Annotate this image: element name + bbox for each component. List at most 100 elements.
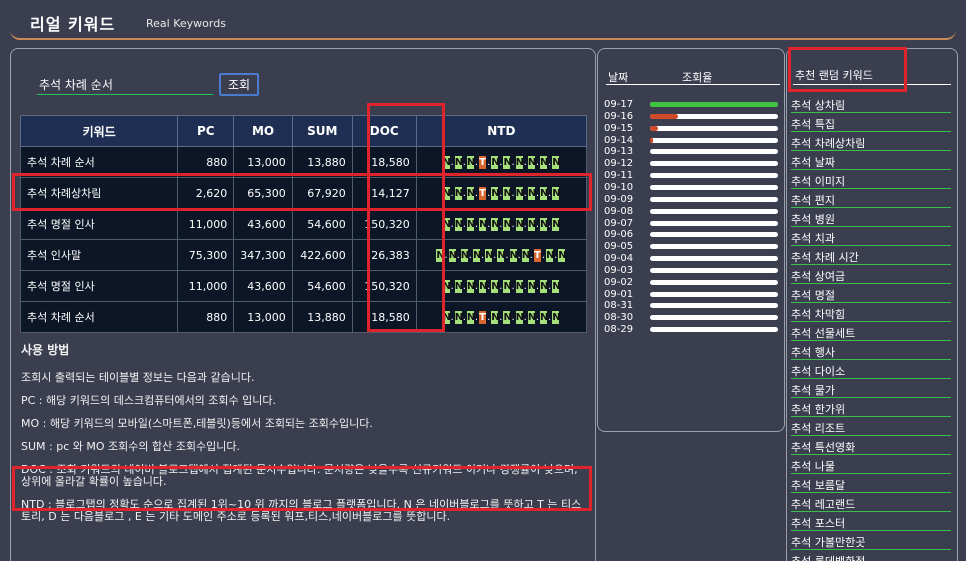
date-row: 09-05 (604, 241, 784, 253)
ntd-letter: N (552, 218, 561, 231)
ntd-separator: . (487, 157, 491, 168)
recommend-item[interactable]: 추석 상차림 (791, 95, 951, 113)
cell-sum: 13,880 (291, 301, 353, 333)
ntd-separator: . (487, 312, 491, 323)
cell-mo: 347,300 (233, 239, 293, 271)
ntd-separator: . (511, 188, 515, 199)
recommend-item[interactable]: 추석 보름달 (791, 475, 951, 493)
recommend-item[interactable]: 추석 리조트 (791, 418, 951, 436)
ntd-separator: . (480, 250, 485, 261)
ntd-separator: . (450, 281, 454, 292)
date-row: 09-12 (604, 158, 784, 170)
main-panel: 조회 키워드 PC MO SUM DOC NTD 추석 차례 순서88013,0… (10, 48, 596, 561)
ntd-letter: T (479, 187, 487, 200)
ntd-letter: N (540, 280, 549, 293)
recommend-item[interactable]: 추석 병원 (791, 209, 951, 227)
recommend-item[interactable]: 추석 한가위 (791, 399, 951, 417)
ntd-letter: N (515, 156, 525, 169)
ntd-separator: . (548, 312, 552, 323)
date-row: 09-04 (604, 253, 784, 265)
recommend-item[interactable]: 추석 특집 (791, 114, 951, 132)
date-row: 09-01 (604, 289, 784, 301)
header-sum: SUM (291, 115, 353, 147)
cell-keyword: 추석 명절 인사 (19, 270, 179, 302)
rate-bar (650, 125, 778, 131)
recommend-item[interactable]: 추석 차례 시간 (791, 247, 951, 265)
date-row: 09-10 (604, 182, 784, 194)
recommend-item[interactable]: 추석 포스터 (791, 513, 951, 531)
recommend-item[interactable]: 추석 물가 (791, 380, 951, 398)
table-row[interactable]: 추석 인사말 75,300 347,300 422,600 26,383 N.N.N.N.… (19, 239, 588, 271)
date-row: 09-11 (604, 170, 784, 182)
recommend-item[interactable]: 추석 롯데백화점 (791, 551, 951, 561)
recommend-item[interactable]: 추석 차례상차림 (791, 133, 951, 151)
ntd-separator: . (535, 157, 540, 168)
ntd-separator: . (511, 312, 515, 323)
ntd-letter: N (552, 280, 561, 293)
ntd-letter: N (527, 156, 537, 169)
ntd-separator: . (450, 188, 454, 199)
ntd-separator: . (529, 250, 533, 261)
date-row: 09-15 (604, 123, 784, 135)
recommend-item[interactable]: 추석 명절 (791, 285, 951, 303)
recommend-item[interactable]: 추석 특선영화 (791, 437, 951, 455)
ntd-separator: . (462, 312, 466, 323)
rate-bar (650, 244, 778, 250)
ntd-letter: N (454, 218, 464, 231)
table-row[interactable]: 추석 명절 인사 11,000 43,600 54,600 150,320 N.N.N.N… (19, 270, 588, 302)
table-row[interactable]: 추석 차례 순서 880 13,000 13,880 18,580 N.N.N.T.N.N… (19, 301, 588, 333)
ntd-letter: N (442, 187, 451, 200)
ntd-separator: . (548, 188, 552, 199)
search-button[interactable]: 조회 (219, 73, 259, 96)
ntd-separator: . (474, 281, 479, 292)
ntd-letter: T (479, 156, 487, 169)
cell-mo: 43,600 (233, 208, 293, 240)
ntd-letter: N (527, 280, 537, 293)
ntd-separator: . (548, 157, 552, 168)
ntd-letter: N (503, 187, 512, 200)
cell-ntd: N.N.N.T.N.N.N.N.N.N (415, 301, 588, 333)
date-label: 08-29 (604, 324, 634, 336)
recommend-item[interactable]: 추석 이미지 (791, 171, 951, 189)
header-pc: PC (177, 115, 235, 147)
recommend-title: 추천 랜덤 키워드 (793, 67, 951, 85)
ntd-letter: N (491, 187, 500, 200)
recommend-item[interactable]: 추석 선물세트 (791, 323, 951, 341)
recommend-item[interactable]: 추석 차막힘 (791, 304, 951, 322)
recommend-item[interactable]: 추석 날짜 (791, 152, 951, 170)
cell-keyword: 추석 차례상차림 (19, 177, 179, 209)
cell-sum: 422,600 (291, 239, 353, 271)
app-title: 리얼 키워드 (30, 15, 116, 34)
table-row[interactable]: 추석 차례상차림 2,620 65,300 67,920 14,127 N.N.N.T.N… (19, 177, 588, 209)
ntd-letter: N (460, 249, 470, 262)
ntd-separator: . (450, 157, 454, 168)
ntd-separator: . (450, 219, 454, 230)
recommend-item[interactable]: 추석 치과 (791, 228, 951, 246)
cell-doc: 18,580 (351, 146, 417, 178)
table-row[interactable]: 추석 차례 순서 880 13,000 13,880 18,580 N.N.N.T.N.N… (19, 146, 588, 178)
ntd-letter: N (558, 249, 567, 262)
ntd-separator: . (474, 312, 479, 323)
ntd-separator: . (548, 219, 552, 230)
ntd-separator: . (523, 188, 527, 199)
cell-mo: 43,600 (233, 270, 293, 302)
ntd-separator: . (468, 250, 472, 261)
table-row[interactable]: 추석 명절 인사 11,000 43,600 54,600 150,320 N.N.N.N… (19, 208, 588, 240)
header-keyword: 키워드 (19, 115, 179, 147)
search-input[interactable] (37, 75, 213, 95)
recommend-item[interactable]: 추석 레고랜드 (791, 494, 951, 512)
usage-line-mo: MO : 해당 키워드의 모바일(스마트폰,테블릿)등에서 조회되는 조회수입니… (21, 417, 373, 430)
ntd-letter: N (509, 249, 518, 262)
rate-bar (650, 256, 778, 262)
rate-bar-fill (650, 102, 778, 107)
recommend-item[interactable]: 추석 편지 (791, 190, 951, 208)
ntd-letter: N (515, 280, 525, 293)
usage-section: 사용 방법 조회시 출력되는 테이블별 정보는 다음과 같습니다. PC : 해… (21, 341, 591, 534)
recommend-item[interactable]: 추석 상여금 (791, 266, 951, 284)
recommend-item[interactable]: 추석 행사 (791, 342, 951, 360)
recommend-item[interactable]: 추석 다이소 (791, 361, 951, 379)
rate-bar (650, 102, 778, 107)
cell-mo: 13,000 (233, 301, 293, 333)
recommend-item[interactable]: 추석 나물 (791, 456, 951, 474)
recommend-item[interactable]: 추석 가볼만한곳 (791, 532, 951, 550)
